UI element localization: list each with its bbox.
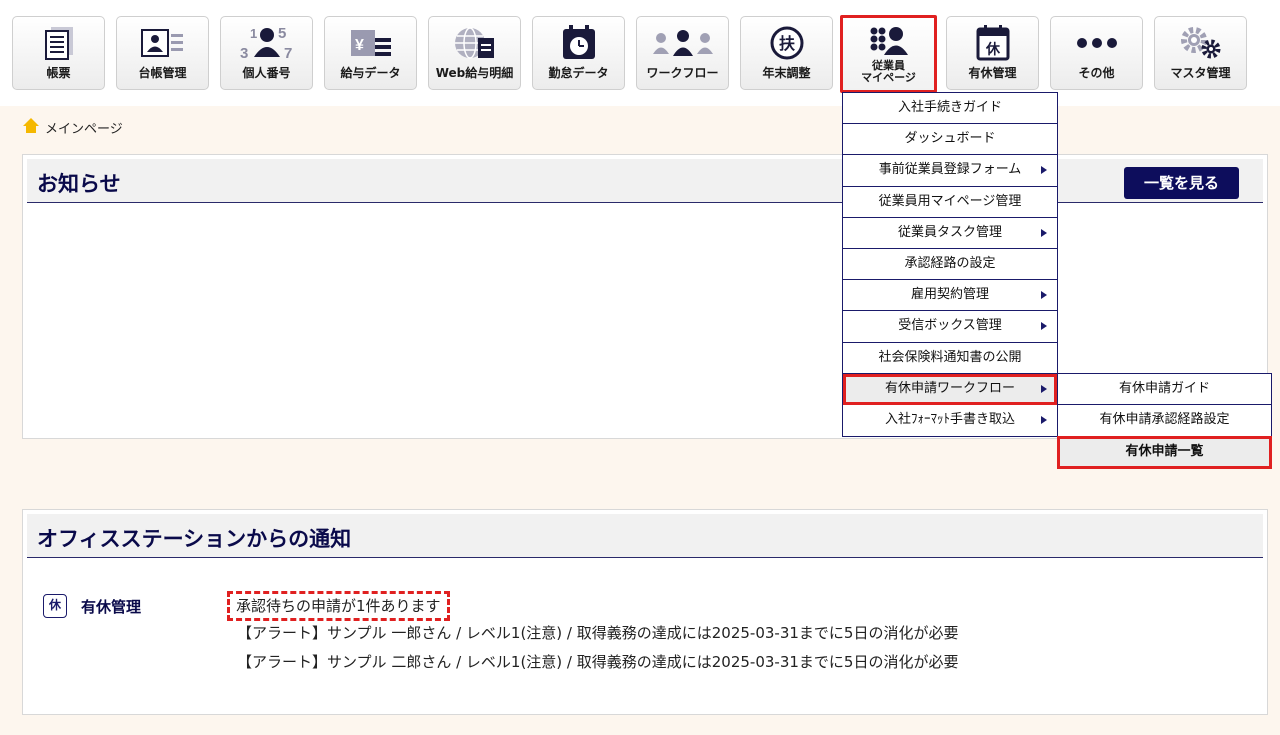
svg-text:休: 休 xyxy=(985,41,1001,58)
menu-item-dashboard[interactable]: ダッシュボード xyxy=(843,124,1057,156)
toolbar-button-label: 従業員 マイページ xyxy=(861,59,916,84)
toolbar-button-label: 帳票 xyxy=(46,66,71,80)
document-icon xyxy=(13,25,104,61)
toolbar-button-other[interactable]: その他 xyxy=(1050,16,1143,90)
gears-icon xyxy=(1155,25,1246,61)
menu-item-inbox-management[interactable]: 受信ボックス管理 xyxy=(843,311,1057,343)
menu-item-paid-leave-workflow[interactable]: 有休申請ワークフロー xyxy=(843,373,1057,405)
svg-text:7: 7 xyxy=(284,45,292,61)
salary-data-icon: ¥ xyxy=(325,25,416,61)
alert-line[interactable]: 【アラート】サンプル 一郎さん / レベル1(注意) / 取得義務の達成には20… xyxy=(237,619,1137,648)
alert-line[interactable]: 【アラート】サンプル 二郎さん / レベル1(注意) / 取得義務の達成には20… xyxy=(237,648,1137,677)
toolbar-button-year-end[interactable]: 扶 年末調整 xyxy=(740,16,833,90)
toolbar-button-label: 給与データ xyxy=(340,66,401,80)
svg-text:1: 1 xyxy=(250,26,257,41)
toolbar-button-salary-data[interactable]: ¥ 給与データ xyxy=(324,16,417,90)
menu-item-pre-registration-form[interactable]: 事前従業員登録フォーム xyxy=(843,155,1057,187)
menu-item-mypage-management[interactable]: 従業員用マイページ管理 xyxy=(843,186,1057,218)
toolbar-button-personal-number[interactable]: 1537 個人番号 xyxy=(220,16,313,90)
menu-item-handwriting-import[interactable]: 入社ﾌｫｰﾏｯﾄ手書き取込 xyxy=(843,404,1057,437)
toolbar-button-workflow[interactable]: ワークフロー xyxy=(636,16,729,90)
svg-text:5: 5 xyxy=(278,25,286,42)
year-end-adjustment-icon: 扶 xyxy=(741,25,832,61)
notification-category-label: 有休管理 xyxy=(81,598,142,616)
notification-lines: 承認待ちの申請が1件あります 【アラート】サンプル 一郎さん / レベル1(注意… xyxy=(227,590,1137,677)
submenu-arrow-icon xyxy=(1041,415,1047,424)
attendance-clock-icon xyxy=(533,25,624,61)
toolbar-button-label: 個人番号 xyxy=(242,66,291,80)
news-panel-title: お知らせ xyxy=(37,172,121,196)
person-number-icon: 1537 xyxy=(221,25,312,61)
view-list-button[interactable]: 一覧を見る xyxy=(1124,167,1239,199)
toolbar-button-label: ワークフロー xyxy=(646,66,719,80)
svg-text:扶: 扶 xyxy=(778,34,795,53)
pending-approval-line: 承認待ちの申請が1件あります xyxy=(227,590,1137,621)
menu-item-approval-route[interactable]: 承認経路の設定 xyxy=(843,248,1057,281)
more-dots-icon xyxy=(1051,25,1142,61)
submenu-arrow-icon xyxy=(1041,322,1047,331)
submenu-item-paid-leave-guide[interactable]: 有休申請ガイド xyxy=(1058,374,1271,406)
toolbar-button-label: 年末調整 xyxy=(762,66,811,80)
toolbar-button-label: 台帳管理 xyxy=(138,66,187,80)
office-station-panel-title: オフィスステーションからの通知 xyxy=(37,527,352,551)
menu-item-employment-contract[interactable]: 雇用契約管理 xyxy=(843,280,1057,312)
submenu-arrow-icon xyxy=(1041,166,1047,175)
news-panel-header: お知らせ 一覧を見る xyxy=(27,159,1263,203)
workflow-people-icon xyxy=(637,25,728,61)
employee-mypage-dropdown-menu: 入社手続きガイド ダッシュボード 事前従業員登録フォーム 従業員用マイページ管理… xyxy=(842,92,1058,438)
toolbar-button-label: 勤怠データ xyxy=(548,66,609,80)
submenu-arrow-icon xyxy=(1041,291,1047,300)
breadcrumb-current[interactable]: メインページ xyxy=(45,118,123,137)
svg-text:3: 3 xyxy=(240,45,248,61)
toolbar-button-label: Web給与明細 xyxy=(435,66,514,80)
toolbar-button-paid-leave[interactable]: 休 有休管理 xyxy=(946,16,1039,90)
web-payslip-icon xyxy=(429,25,520,61)
toolbar-button-master[interactable]: マスタ管理 xyxy=(1154,16,1247,90)
paid-leave-calendar-icon: 休 xyxy=(947,25,1038,61)
submenu-arrow-icon xyxy=(1041,228,1047,237)
toolbar-button-ledger[interactable]: 台帳管理 xyxy=(116,16,209,90)
employee-mypage-icon xyxy=(843,24,934,60)
toolbar-button-label: マスタ管理 xyxy=(1170,66,1231,80)
office-station-panel: オフィスステーションからの通知 休 有休管理 承認待ちの申請が1件あります 【ア… xyxy=(22,509,1268,715)
toolbar-button-web-payslip[interactable]: Web給与明細 xyxy=(428,16,521,90)
menu-item-insurance-notice[interactable]: 社会保険料通知書の公開 xyxy=(843,342,1057,374)
toolbar-button-label: 有休管理 xyxy=(968,66,1017,80)
svg-text:¥: ¥ xyxy=(355,37,364,54)
submenu-item-approval-route-setting[interactable]: 有休申請承認経路設定 xyxy=(1058,405,1271,437)
ledger-icon xyxy=(117,25,208,61)
toolbar-button-label: その他 xyxy=(1078,66,1115,80)
breadcrumb: メインページ xyxy=(22,117,123,138)
submenu-arrow-icon xyxy=(1041,384,1047,393)
pending-approval-link[interactable]: 承認待ちの申請が1件あります xyxy=(227,591,450,621)
toolbar-button-forms[interactable]: 帳票 xyxy=(12,16,105,90)
home-icon[interactable] xyxy=(22,117,40,138)
paid-leave-badge-icon: 休 xyxy=(43,594,67,618)
paid-leave-workflow-submenu: 有休申請ガイド 有休申請承認経路設定 有休申請一覧 xyxy=(1057,373,1272,469)
top-toolbar: 帳票 台帳管理 1537 個人番号 ¥ 給与データ Web給与明細 勤怠データ xyxy=(0,0,1280,106)
office-station-panel-header: オフィスステーションからの通知 xyxy=(27,514,1263,558)
toolbar-button-attendance[interactable]: 勤怠データ xyxy=(532,16,625,90)
menu-item-onboarding-guide[interactable]: 入社手続きガイド xyxy=(843,93,1057,125)
submenu-item-paid-leave-list[interactable]: 有休申請一覧 xyxy=(1057,435,1272,469)
toolbar-button-employee-mypage[interactable]: 従業員 マイページ xyxy=(840,15,937,93)
menu-item-task-management[interactable]: 従業員タスク管理 xyxy=(843,217,1057,249)
